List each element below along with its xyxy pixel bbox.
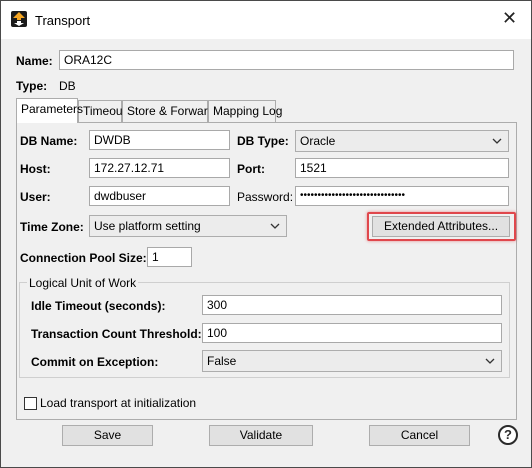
port-label: Port: (237, 162, 265, 176)
type-value: DB (59, 79, 76, 93)
db-name-field[interactable]: DWDB (89, 130, 230, 150)
cancel-button[interactable]: Cancel (369, 425, 470, 446)
password-label: Password: (237, 190, 294, 204)
tab-store-forward[interactable]: Store & Forward (122, 100, 214, 122)
time-zone-value: Use platform setting (94, 219, 201, 233)
extended-attributes-button[interactable]: Extended Attributes... (372, 216, 510, 237)
commit-on-exception-select[interactable]: False (202, 350, 502, 372)
window-title: Transport (35, 13, 91, 28)
user-field[interactable]: dwdbuser (89, 186, 230, 206)
password-field[interactable]: •••••••••••••••••••••••••••••• (295, 186, 509, 206)
db-type-label: DB Type: (237, 134, 289, 148)
pool-size-label: Connection Pool Size: (20, 251, 147, 265)
transport-dialog: Transport ✕ Name: ORA12C Type: DB Parame… (0, 0, 532, 468)
name-field[interactable]: ORA12C (59, 50, 514, 70)
tab-mapping-log[interactable]: Mapping Log (208, 100, 282, 122)
type-label: Type: (16, 79, 48, 93)
txn-count-label: Transaction Count Threshold: (31, 327, 202, 341)
validate-button[interactable]: Validate (209, 425, 313, 446)
host-field[interactable]: 172.27.12.71 (89, 158, 230, 178)
db-type-value: Oracle (300, 134, 336, 148)
txn-count-field[interactable]: 100 (202, 323, 502, 343)
commit-on-exception-label: Commit on Exception: (31, 355, 159, 369)
close-icon[interactable]: ✕ (502, 9, 517, 27)
time-zone-select[interactable]: Use platform setting (89, 215, 287, 237)
time-zone-label: Time Zone: (20, 220, 84, 234)
host-label: Host: (20, 162, 51, 176)
tab-parameters[interactable]: Parameters (16, 98, 83, 123)
tab-timeout[interactable]: Timeout (78, 100, 126, 122)
save-button[interactable]: Save (62, 425, 153, 446)
help-icon[interactable]: ? (498, 425, 518, 445)
title-bar: Transport ✕ (1, 1, 531, 39)
idle-timeout-label: Idle Timeout (seconds): (31, 299, 166, 313)
commit-on-exception-value: False (207, 354, 237, 368)
chevron-down-icon (492, 138, 502, 144)
transport-logo-icon (11, 11, 27, 27)
idle-timeout-field[interactable]: 300 (202, 295, 502, 315)
db-name-label: DB Name: (20, 134, 78, 148)
user-label: User: (20, 190, 51, 204)
logical-unit-of-work-title: Logical Unit of Work (27, 276, 139, 290)
name-label: Name: (16, 54, 53, 68)
chevron-down-icon (270, 223, 280, 229)
load-at-init-checkbox[interactable] (24, 397, 37, 410)
db-type-select[interactable]: Oracle (295, 130, 509, 152)
load-at-init-label: Load transport at initialization (40, 396, 197, 410)
chevron-down-icon (485, 358, 495, 364)
port-field[interactable]: 1521 (295, 158, 509, 178)
pool-size-field[interactable]: 1 (147, 247, 192, 267)
